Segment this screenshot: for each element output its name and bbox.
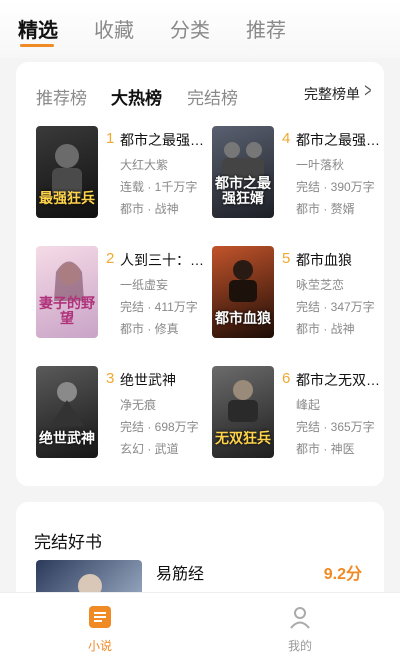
book-author: 峰起: [296, 398, 321, 412]
book-icon: [89, 606, 111, 628]
cover-title: 最强狂兵: [39, 190, 95, 206]
tab-featured[interactable]: 精选: [18, 14, 58, 47]
book-item[interactable]: 绝世武神 3 绝世武神 净无痕 完结 · 698万字 玄幻 · 武道: [36, 366, 214, 466]
book-status: 完结 · 365万字: [296, 420, 375, 434]
book-tags: 玄幻 · 武道: [120, 442, 179, 456]
tab-favorites-label: 收藏: [94, 20, 134, 42]
book-status: 完结 · 390万字: [296, 180, 375, 194]
full-list-link[interactable]: 完整榜单 >: [304, 80, 372, 104]
cover-title: 都市血狼: [215, 310, 271, 326]
section-title: 完结好书: [34, 533, 102, 552]
bottom-navigation: 小说 我的: [0, 592, 400, 667]
book-title[interactable]: 易筋经: [156, 560, 204, 584]
rank-number: 6: [282, 370, 291, 387]
book-tags: 都市 · 战神: [120, 202, 179, 216]
rank-number: 4: [282, 130, 291, 147]
nav-novel[interactable]: 小说: [70, 603, 130, 654]
tab-favorites[interactable]: 收藏: [94, 14, 134, 43]
book-item[interactable]: 无双狂兵 6 都市之无双… 峰起 完结 · 365万字 都市 · 神医: [212, 366, 390, 466]
book-cover: 无双狂兵: [212, 366, 274, 458]
book-tags: 都市 · 神医: [296, 442, 355, 456]
book-title: 都市之最强…: [296, 132, 380, 148]
chevron-right-icon: >: [364, 80, 372, 102]
tab-featured-label: 精选: [18, 20, 58, 42]
book-tags: 都市 · 修真: [120, 322, 179, 336]
book-item[interactable]: 妻子的野望 2 人到三十：… 一纸虚妄 完结 · 411万字 都市 · 修真: [36, 246, 214, 346]
rank-number: 5: [282, 250, 291, 267]
nav-novel-label: 小说: [87, 639, 112, 653]
book-author: 大红大紫: [120, 158, 169, 172]
book-status: 完结 · 347万字: [296, 300, 375, 314]
tab-categories[interactable]: 分类: [170, 14, 210, 43]
cover-title: 都市之最强狂婿: [215, 175, 271, 206]
book-item[interactable]: 都市之最强狂婿 4 都市之最强… 一叶落秋 完结 · 390万字 都市 · 赘婿: [212, 126, 390, 226]
nav-profile-label: 我的: [287, 639, 312, 653]
book-author: 一叶落秋: [296, 158, 345, 172]
user-icon: [290, 607, 310, 629]
top-tab-bar: 精选 收藏 分类 推荐: [0, 0, 400, 58]
book-title: 人到三十：…: [120, 252, 204, 268]
rank-number: 3: [106, 370, 115, 387]
ranking-card: 推荐榜 大热榜 完结榜 完整榜单 > 最强狂兵 1 都市之最强… 大红大紫 连载…: [16, 62, 384, 486]
cover-title: 绝世武神: [39, 430, 95, 446]
book-cover: 都市之最强狂婿: [212, 126, 274, 218]
book-title: 都市血狼: [296, 252, 352, 268]
book-status: 完结 · 411万字: [120, 300, 198, 314]
cover-title: 妻子的野望: [39, 295, 95, 326]
book-cover: 妻子的野望: [36, 246, 98, 338]
book-title: 绝世武神: [120, 372, 176, 388]
cover-title: 无双狂兵: [215, 430, 271, 446]
book-tags: 都市 · 赘婿: [296, 202, 355, 216]
book-author: 净无痕: [120, 398, 157, 412]
book-author: 一纸虚妄: [120, 278, 169, 292]
book-item[interactable]: 都市血狼 5 都市血狼 咏茔芝恋 完结 · 347万字 都市 · 战神: [212, 246, 390, 346]
book-cover: 绝世武神: [36, 366, 98, 458]
book-status: 完结 · 698万字: [120, 420, 199, 434]
tab-completed-rank[interactable]: 完结榜: [187, 84, 238, 109]
book-author: 咏茔芝恋: [296, 278, 345, 292]
book-item[interactable]: 最强狂兵 1 都市之最强… 大红大紫 连载 · 1千万字 都市 · 战神: [36, 126, 214, 226]
tab-recommend-label: 推荐: [246, 20, 286, 42]
book-cover: 最强狂兵: [36, 126, 98, 218]
nav-profile[interactable]: 我的: [270, 603, 330, 654]
book-cover: 都市血狼: [212, 246, 274, 338]
book-title: 都市之最强…: [120, 132, 204, 148]
book-title: 都市之无双…: [296, 372, 380, 388]
book-score: 9.2分: [323, 566, 362, 583]
rank-number: 1: [106, 130, 115, 147]
tab-recommend-rank[interactable]: 推荐榜: [36, 84, 87, 109]
active-tab-indicator: [20, 44, 54, 47]
tab-recommend[interactable]: 推荐: [246, 14, 286, 43]
rank-number: 2: [106, 250, 115, 267]
tab-hot-rank[interactable]: 大热榜: [111, 84, 162, 109]
book-tags: 都市 · 战神: [296, 322, 355, 336]
full-list-label: 完整榜单: [304, 86, 360, 102]
tab-categories-label: 分类: [170, 20, 210, 42]
book-status: 连载 · 1千万字: [120, 180, 198, 194]
